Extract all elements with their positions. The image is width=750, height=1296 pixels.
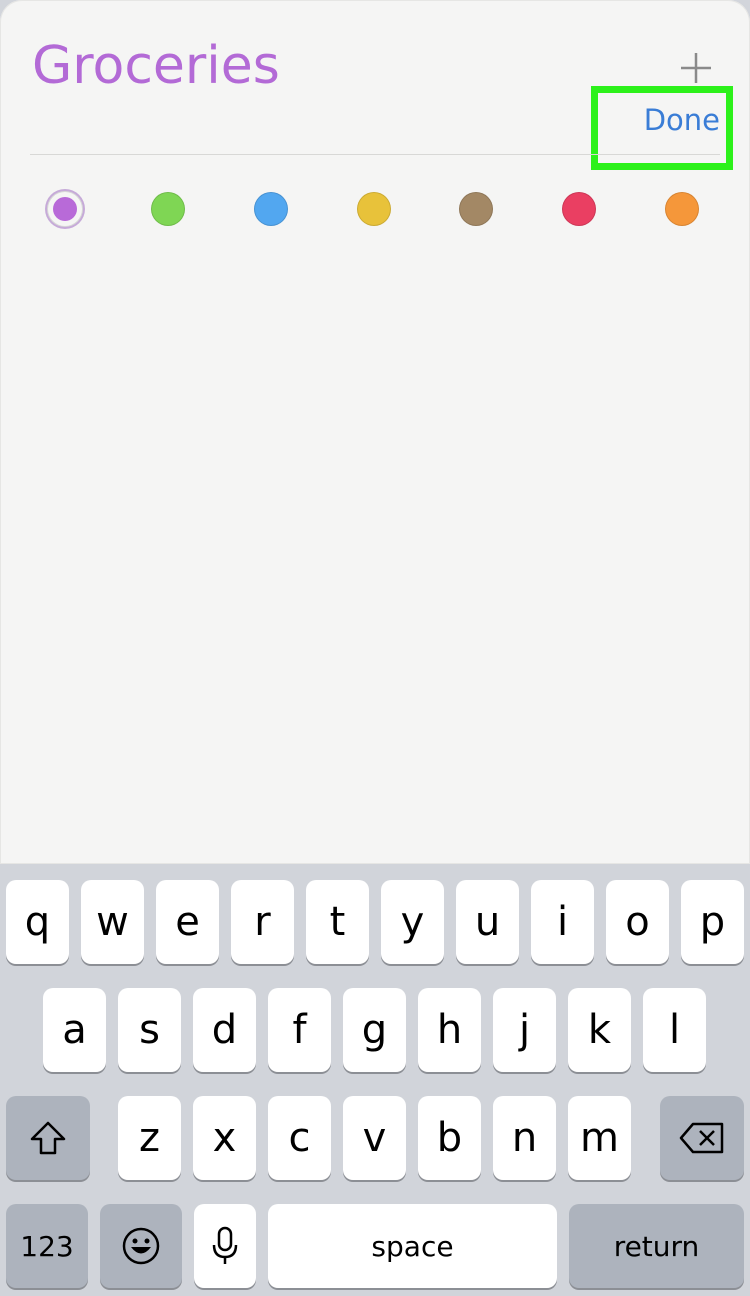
color-swatch-brown[interactable] [459, 192, 493, 226]
key-p[interactable]: p [681, 880, 744, 964]
color-picker [0, 192, 750, 228]
color-swatch-blue[interactable] [254, 192, 288, 226]
key-f[interactable]: f [268, 988, 331, 1072]
return-key[interactable]: return [569, 1204, 744, 1288]
key-n[interactable]: n [493, 1096, 556, 1180]
color-swatch-yellow[interactable] [357, 192, 391, 226]
title-divider [30, 154, 720, 155]
numbers-key[interactable]: 123 [6, 1204, 88, 1288]
key-r[interactable]: r [231, 880, 294, 964]
shift-key[interactable] [6, 1096, 90, 1180]
key-v[interactable]: v [343, 1096, 406, 1180]
key-h[interactable]: h [418, 988, 481, 1072]
list-card: Groceries Done [0, 0, 750, 864]
done-button[interactable]: Done [608, 100, 720, 140]
key-y[interactable]: y [381, 880, 444, 964]
key-w[interactable]: w [81, 880, 144, 964]
key-k[interactable]: k [568, 988, 631, 1072]
key-b[interactable]: b [418, 1096, 481, 1180]
color-swatch-orange[interactable] [665, 192, 699, 226]
key-a[interactable]: a [43, 988, 106, 1072]
keyboard: 123 space return q w e r t y u i o p a s… [0, 864, 750, 1296]
reminders-screen: Groceries Done 123 space return q w e r … [0, 0, 750, 1296]
key-c[interactable]: c [268, 1096, 331, 1180]
selected-color-dot [53, 197, 77, 221]
key-q[interactable]: q [6, 880, 69, 964]
key-s[interactable]: s [118, 988, 181, 1072]
delete-key[interactable] [660, 1096, 744, 1180]
key-z[interactable]: z [118, 1096, 181, 1180]
emoji-key[interactable] [100, 1204, 182, 1288]
plus-icon[interactable] [678, 50, 714, 86]
key-x[interactable]: x [193, 1096, 256, 1180]
list-title[interactable]: Groceries [32, 36, 280, 96]
emoji-icon [121, 1226, 161, 1266]
microphone-key[interactable] [194, 1204, 256, 1288]
key-l[interactable]: l [643, 988, 706, 1072]
delete-icon [678, 1121, 726, 1155]
key-o[interactable]: o [606, 880, 669, 964]
key-t[interactable]: t [306, 880, 369, 964]
space-key[interactable]: space [268, 1204, 557, 1288]
color-swatch-red[interactable] [562, 192, 596, 226]
key-e[interactable]: e [156, 880, 219, 964]
microphone-icon [211, 1225, 239, 1267]
color-swatch-purple[interactable] [47, 191, 83, 227]
key-i[interactable]: i [531, 880, 594, 964]
color-swatch-green[interactable] [151, 192, 185, 226]
key-d[interactable]: d [193, 988, 256, 1072]
key-m[interactable]: m [568, 1096, 631, 1180]
key-g[interactable]: g [343, 988, 406, 1072]
key-j[interactable]: j [493, 988, 556, 1072]
shift-icon [28, 1119, 68, 1157]
key-u[interactable]: u [456, 880, 519, 964]
